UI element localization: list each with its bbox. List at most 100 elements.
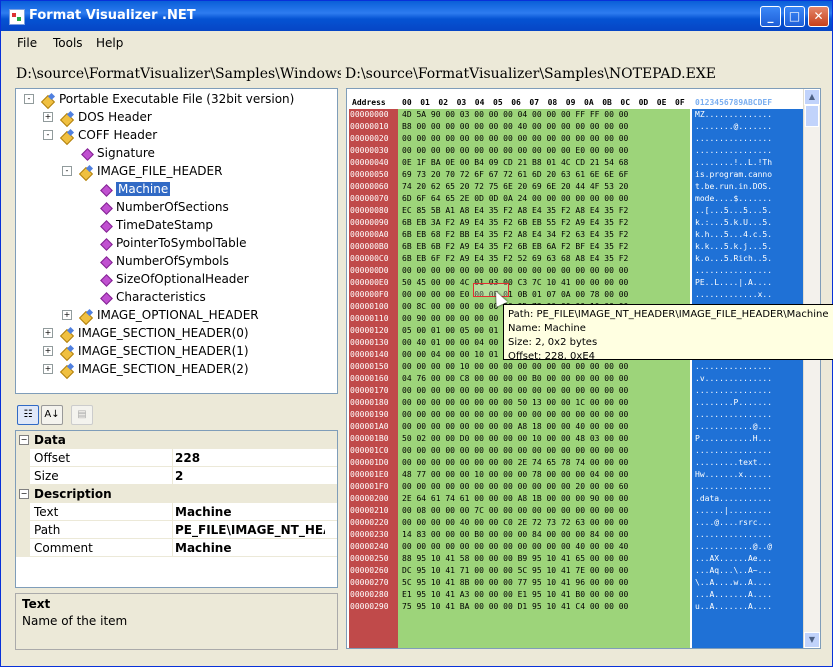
field-icon xyxy=(100,184,112,196)
row-ascii: ..[...5...5...5. xyxy=(695,206,773,215)
tree-node[interactable]: - Portable Executable File (32bit version… xyxy=(24,90,294,108)
row-ascii: ................ xyxy=(695,482,773,491)
row-ascii: ...AX......Ae... xyxy=(695,554,773,563)
menu-file[interactable]: File xyxy=(17,36,37,50)
property-row-path[interactable]: Path PE_FILE\IMAGE_NT_HEADER\IMAGE_FILE_… xyxy=(16,521,337,539)
row-address: 00000270 xyxy=(350,578,389,587)
row-address: 000000D0 xyxy=(350,266,389,275)
format-path-label: D:\source\FormatVisualizer\Samples\Windo… xyxy=(16,66,341,82)
property-toolbar: ☷ A↓ ▤ xyxy=(15,402,338,428)
tree-node[interactable]: + IMAGE_SECTION_HEADER(0) xyxy=(43,324,249,342)
scroll-up-icon[interactable]: ▲ xyxy=(804,89,820,105)
collapse-icon[interactable]: - xyxy=(24,94,34,104)
scroll-down-icon[interactable]: ▼ xyxy=(804,632,820,648)
property-row-offset[interactable]: Offset 228 xyxy=(16,449,337,467)
menu-tools[interactable]: Tools xyxy=(53,36,83,50)
row-address: 000000C0 xyxy=(350,254,389,263)
row-address: 00000140 xyxy=(350,350,389,359)
tree-node[interactable]: TimeDateStamp xyxy=(100,216,213,234)
scroll-thumb[interactable] xyxy=(805,105,819,127)
tree-node[interactable]: + DOS Header xyxy=(43,108,152,126)
property-grid: − Data Offset 228 Size 2 − Description T… xyxy=(15,430,338,588)
expand-icon[interactable]: + xyxy=(43,328,53,338)
row-ascii: ................ xyxy=(695,134,773,143)
row-address: 00000040 xyxy=(350,158,389,167)
tree-node[interactable]: NumberOfSections xyxy=(100,198,229,216)
row-bytes: 88 95 10 41 58 00 00 00 B9 95 10 41 65 0… xyxy=(402,554,629,563)
row-ascii: P...........H... xyxy=(695,434,773,443)
tree-node[interactable]: SizeOfOptionalHeader xyxy=(100,270,249,288)
tree-node[interactable]: - COFF Header xyxy=(43,126,157,144)
column-header: 05 xyxy=(493,98,503,107)
structure-tree[interactable]: - Portable Executable File (32bit version… xyxy=(15,88,338,394)
tree-node[interactable]: + IMAGE_SECTION_HEADER(1) xyxy=(43,342,249,360)
row-bytes: 4D 5A 90 00 03 00 00 00 04 00 00 00 FF F… xyxy=(402,110,629,119)
row-address: 000001C0 xyxy=(350,446,389,455)
row-bytes: 00 00 00 00 00 00 00 00 00 00 00 00 00 0… xyxy=(402,266,629,275)
row-address: 00000230 xyxy=(350,530,389,539)
row-ascii: ................ xyxy=(695,146,773,155)
collapse-icon[interactable]: − xyxy=(19,489,29,499)
column-header: 0F xyxy=(675,98,685,107)
row-address: 00000010 xyxy=(350,122,389,131)
tree-node[interactable]: PointerToSymbolTable xyxy=(100,234,246,252)
tree-node-label: IMAGE_OPTIONAL_HEADER xyxy=(97,308,259,322)
row-address: 000001E0 xyxy=(350,470,389,479)
structure-icon xyxy=(43,94,55,106)
expand-icon[interactable]: + xyxy=(43,112,53,122)
row-ascii: .............x.. xyxy=(695,290,773,299)
field-icon xyxy=(100,202,112,214)
property-pages-icon[interactable]: ▤ xyxy=(71,405,93,425)
category-description[interactable]: − Description xyxy=(16,485,337,503)
tree-node[interactable]: + IMAGE_SECTION_HEADER(2) xyxy=(43,360,249,378)
row-bytes: 04 76 00 00 C8 00 00 00 00 B0 00 00 00 0… xyxy=(402,374,629,383)
collapse-icon[interactable]: − xyxy=(19,435,29,445)
row-bytes: 00 00 00 00 00 00 00 00 A8 18 00 00 40 0… xyxy=(402,422,629,431)
tree-node[interactable]: Signature xyxy=(81,144,155,162)
minimize-button[interactable]: _ xyxy=(760,6,781,27)
row-address: 00000250 xyxy=(350,554,389,563)
row-bytes: 50 45 00 00 4C 01 03 00 C3 7C 10 41 00 0… xyxy=(402,278,629,287)
expand-icon[interactable]: + xyxy=(43,346,53,356)
tree-node[interactable]: Machine xyxy=(100,180,171,198)
tree-node-label: TimeDateStamp xyxy=(116,218,214,232)
column-header: 04 xyxy=(474,98,485,107)
column-header: 0E xyxy=(656,98,667,107)
row-address: 00000060 xyxy=(350,182,389,191)
property-row-comment[interactable]: Comment Machine xyxy=(16,539,337,557)
row-bytes: 00 00 00 00 00 00 00 00 00 00 00 00 E0 0… xyxy=(402,146,629,155)
row-address: 00000210 xyxy=(350,506,389,515)
row-ascii: ................ xyxy=(695,530,773,539)
row-ascii: ......|......... xyxy=(695,506,773,515)
menu-help[interactable]: Help xyxy=(96,36,123,50)
expand-icon[interactable]: + xyxy=(43,364,53,374)
property-row-text[interactable]: Text Machine xyxy=(16,503,337,521)
tree-node[interactable]: NumberOfSymbols xyxy=(100,252,229,270)
row-bytes: 5C 95 10 41 8B 00 00 00 77 95 10 41 96 0… xyxy=(402,578,629,587)
row-bytes: 00 00 00 00 00 00 00 00 2E 74 65 78 74 0… xyxy=(402,458,629,467)
hex-view[interactable]: Address 00 01 02 03 04 05 06 07 08 09 0A 0B 0C 0D 0E 0F 0… xyxy=(346,88,821,649)
category-data[interactable]: − Data xyxy=(16,431,337,449)
window-title: Format Visualizer .NET xyxy=(29,8,196,23)
row-address: 00000160 xyxy=(350,374,389,383)
tree-node-label: PointerToSymbolTable xyxy=(116,236,247,250)
row-bytes: 48 77 00 00 00 10 00 00 00 78 00 00 00 0… xyxy=(402,470,629,479)
tree-node[interactable]: Characteristics xyxy=(100,288,206,306)
tree-node[interactable]: - IMAGE_FILE_HEADER xyxy=(62,162,222,180)
hex-scrollbar[interactable]: ▲ ▼ xyxy=(803,89,820,648)
property-row-size[interactable]: Size 2 xyxy=(16,467,337,485)
maximize-button[interactable]: □ xyxy=(784,6,805,27)
collapse-icon[interactable]: - xyxy=(62,166,72,176)
collapse-icon[interactable]: - xyxy=(43,130,53,140)
row-address: 000001A0 xyxy=(350,422,389,431)
tree-node-label: Signature xyxy=(97,146,155,160)
title-bar[interactable]: Format Visualizer .NET _ □ ✕ xyxy=(1,1,832,31)
row-ascii: \..A....w..A.... xyxy=(695,578,773,587)
expand-icon[interactable]: + xyxy=(62,310,72,320)
sort-alpha-icon[interactable]: A↓ xyxy=(41,405,63,425)
close-button[interactable]: ✕ xyxy=(808,6,829,27)
tree-node[interactable]: + IMAGE_OPTIONAL_HEADER xyxy=(62,306,259,324)
row-bytes: 00 00 00 00 00 00 00 00 00 00 00 00 40 0… xyxy=(402,542,629,551)
categorized-icon[interactable]: ☷ xyxy=(17,405,39,425)
row-ascii: .........text... xyxy=(695,458,773,467)
